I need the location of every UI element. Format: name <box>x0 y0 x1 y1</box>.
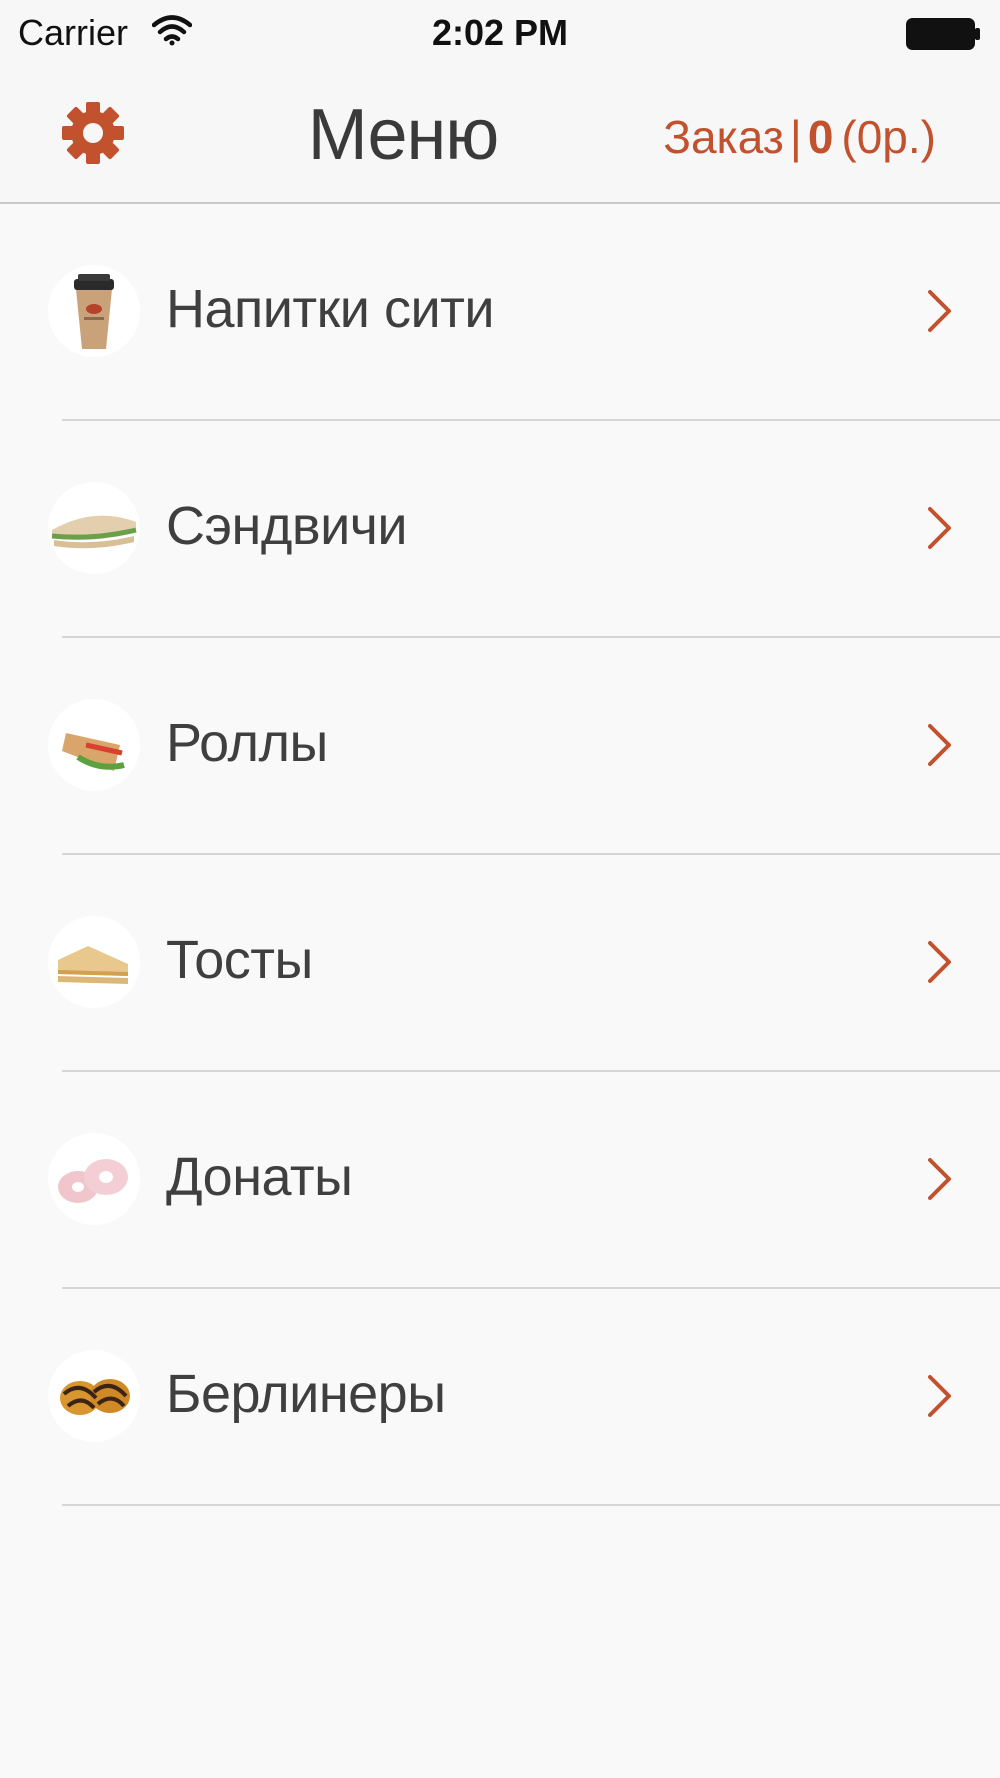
menu-item-label: Роллы <box>166 713 328 773</box>
order-button[interactable]: Заказ | 0 (0р.) <box>663 110 936 164</box>
page-title: Меню <box>307 95 500 175</box>
battery-icon <box>906 18 982 55</box>
order-label: Заказ <box>663 111 784 163</box>
sandwich-image <box>48 482 140 574</box>
gear-icon <box>60 102 126 170</box>
status-bar: Carrier 2:02 PM <box>0 0 1000 64</box>
order-separator: | <box>789 111 802 163</box>
menu-item-label: Берлинеры <box>166 1364 446 1424</box>
donut-image <box>48 1133 140 1225</box>
status-time: 2:02 PM <box>431 12 569 53</box>
navigation-bar: Меню Заказ | 0 (0р.) <box>0 64 1000 204</box>
chevron-right-icon <box>926 939 954 990</box>
chevron-right-icon <box>926 1373 954 1424</box>
menu-item-sandwiches[interactable]: Сэндвичи <box>0 421 1000 638</box>
menu-item-drinks[interactable]: Напитки сити <box>0 204 1000 421</box>
menu-item-donuts[interactable]: Донаты <box>0 1072 1000 1289</box>
menu-item-label: Донаты <box>166 1147 353 1207</box>
menu-list: Напитки сити Сэндвичи Роллы Тосты Донаты… <box>0 204 1000 1506</box>
chevron-right-icon <box>926 505 954 556</box>
order-count: 0 <box>807 111 834 163</box>
chevron-right-icon <box>926 1156 954 1207</box>
settings-button[interactable] <box>60 100 126 166</box>
menu-item-berliners[interactable]: Берлинеры <box>0 1289 1000 1506</box>
toast-image <box>48 916 140 1008</box>
coffee-cup-image <box>48 265 140 357</box>
chevron-right-icon <box>926 288 954 339</box>
menu-item-label: Напитки сити <box>166 279 495 339</box>
menu-item-label: Сэндвичи <box>166 496 408 556</box>
chevron-right-icon <box>926 722 954 773</box>
roll-image <box>48 699 140 791</box>
order-sum: (0р.) <box>841 111 936 163</box>
menu-item-label: Тосты <box>166 930 313 990</box>
menu-item-toasts[interactable]: Тосты <box>0 855 1000 1072</box>
menu-item-rolls[interactable]: Роллы <box>0 638 1000 855</box>
berliner-image <box>48 1350 140 1442</box>
